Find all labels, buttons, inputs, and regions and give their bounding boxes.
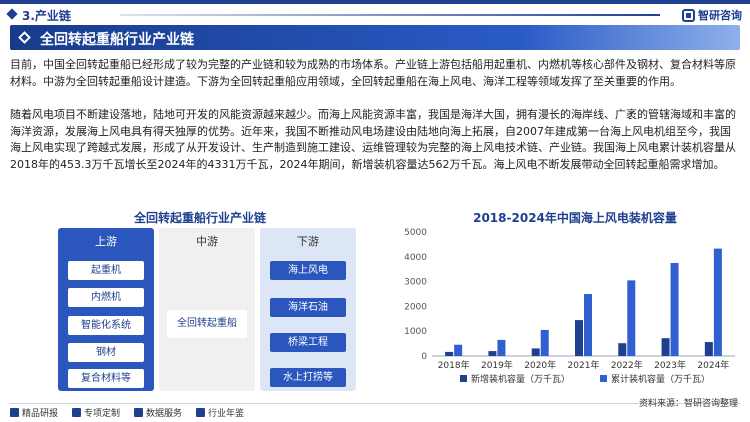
footer-item-label: 数据服务 bbox=[146, 409, 183, 419]
bar-cumulative bbox=[627, 280, 636, 356]
y-tick-label: 0 bbox=[421, 352, 427, 362]
industry-chain-diagram: 上游 起重机 内燃机 智能化系统 钢材 复合材料等 中游 全回转起重船 下游 海… bbox=[58, 228, 356, 391]
bar-new bbox=[488, 351, 497, 356]
bar-new bbox=[704, 342, 713, 356]
upstream-item: 内燃机 bbox=[68, 288, 144, 307]
bar-new bbox=[661, 338, 670, 356]
footer-item[interactable]: 数据服务 bbox=[134, 406, 182, 419]
footer-links: 精品研报 专项定制 数据服务 行业年鉴 bbox=[10, 406, 244, 419]
y-tick-label: 3000 bbox=[404, 278, 427, 288]
intro-paragraph: 目前，中国全回转起重船已经形成了较为完整的产业链和较为成熟的市场体系。产业链上游… bbox=[10, 58, 736, 88]
x-tick-label: 2024年 bbox=[697, 359, 729, 371]
bar-new bbox=[445, 351, 454, 356]
footer-divider bbox=[10, 403, 740, 404]
downstream-label: 下游 bbox=[297, 235, 319, 248]
footer-item[interactable]: 精品研报 bbox=[10, 406, 58, 419]
legend-label: 新增装机容量（万千瓦） bbox=[471, 373, 570, 385]
midstream-label: 中游 bbox=[196, 235, 218, 248]
upstream-item: 智能化系统 bbox=[68, 316, 144, 335]
x-tick-label: 2018年 bbox=[438, 359, 470, 371]
section-header: 3.产业链 智研咨询 bbox=[0, 4, 750, 23]
bar-cumulative bbox=[670, 263, 679, 356]
bar-new bbox=[618, 343, 627, 356]
custom-icon bbox=[72, 408, 82, 417]
downstream-item: 海上风电 bbox=[270, 261, 346, 280]
footer-item[interactable]: 行业年鉴 bbox=[196, 406, 244, 419]
x-tick-label: 2019年 bbox=[481, 359, 513, 371]
downstream-item: 桥梁工程 bbox=[270, 333, 346, 352]
diamond-icon bbox=[18, 31, 31, 44]
x-tick-label: 2022年 bbox=[611, 359, 643, 371]
upstream-item: 起重机 bbox=[68, 261, 144, 280]
midstream-column: 中游 全回转起重船 bbox=[159, 228, 255, 391]
bar-new bbox=[575, 320, 583, 356]
upstream-item: 钢材 bbox=[68, 343, 144, 362]
footer-item-label: 专项定制 bbox=[84, 409, 121, 419]
y-tick-label: 2000 bbox=[404, 302, 427, 312]
x-tick-label: 2020年 bbox=[524, 359, 556, 371]
x-tick-label: 2021年 bbox=[568, 359, 600, 371]
market-paragraph: 随着风电项目不断建设落地，陆地可开发的风能资源越来越少。而海上风能资源丰富，我国… bbox=[10, 108, 736, 171]
yearbook-icon bbox=[196, 408, 206, 417]
bar-cumulative bbox=[454, 344, 463, 356]
bar-cumulative bbox=[497, 339, 506, 356]
report-icon bbox=[10, 408, 19, 417]
data-icon bbox=[134, 408, 144, 417]
y-tick-label: 1000 bbox=[404, 327, 427, 337]
upstream-column: 上游 起重机 内燃机 智能化系统 钢材 复合材料等 bbox=[58, 228, 154, 391]
brand-name: 智研咨询 bbox=[698, 9, 742, 22]
y-tick-label: 4000 bbox=[404, 253, 427, 263]
section-marker-icon bbox=[6, 8, 18, 20]
legend-swatch bbox=[600, 375, 607, 382]
footer-item-label: 精品研报 bbox=[22, 409, 59, 419]
legend-swatch bbox=[460, 375, 467, 382]
footer-item[interactable]: 专项定制 bbox=[72, 406, 120, 419]
wind-capacity-chart: 0 1000 2000 3000 4000 5000 2018年 2019年 2020年 2021… bbox=[400, 224, 745, 396]
y-tick-label: 5000 bbox=[404, 228, 427, 238]
source-note: 资料来源：智研咨询整理 bbox=[638, 399, 738, 409]
section-title: 3.产业链 bbox=[22, 9, 71, 23]
midstream-item: 全回转起重船 bbox=[167, 310, 247, 338]
page-title: 全回转起重船行业产业链 bbox=[40, 32, 194, 48]
downstream-item: 水上打捞等 bbox=[270, 368, 346, 387]
downstream-item: 海洋石油 bbox=[270, 298, 346, 317]
x-tick-label: 2023年 bbox=[654, 359, 686, 371]
bar-cumulative bbox=[584, 294, 592, 356]
header-divider bbox=[120, 14, 660, 16]
chain-title: 全回转起重船行业产业链 bbox=[133, 211, 266, 225]
bar-new bbox=[531, 348, 540, 356]
upstream-label: 上游 bbox=[95, 235, 117, 248]
bar-cumulative bbox=[713, 248, 722, 356]
brand-logo: 智研咨询 bbox=[682, 7, 742, 23]
footer-item-label: 行业年鉴 bbox=[208, 409, 245, 419]
downstream-column: 下游 海上风电 海洋石油 桥梁工程 水上打捞等 bbox=[260, 228, 356, 391]
brand-mark-icon bbox=[682, 8, 695, 22]
title-banner: 全回转起重船行业产业链 bbox=[10, 25, 740, 50]
bar-cumulative bbox=[540, 329, 549, 356]
chart-svg: 0 1000 2000 3000 4000 5000 2018年 2019年 2020年 2021… bbox=[404, 228, 735, 385]
upstream-item: 复合材料等 bbox=[68, 369, 144, 388]
legend-label: 累计装机容量（万千瓦） bbox=[611, 373, 710, 385]
